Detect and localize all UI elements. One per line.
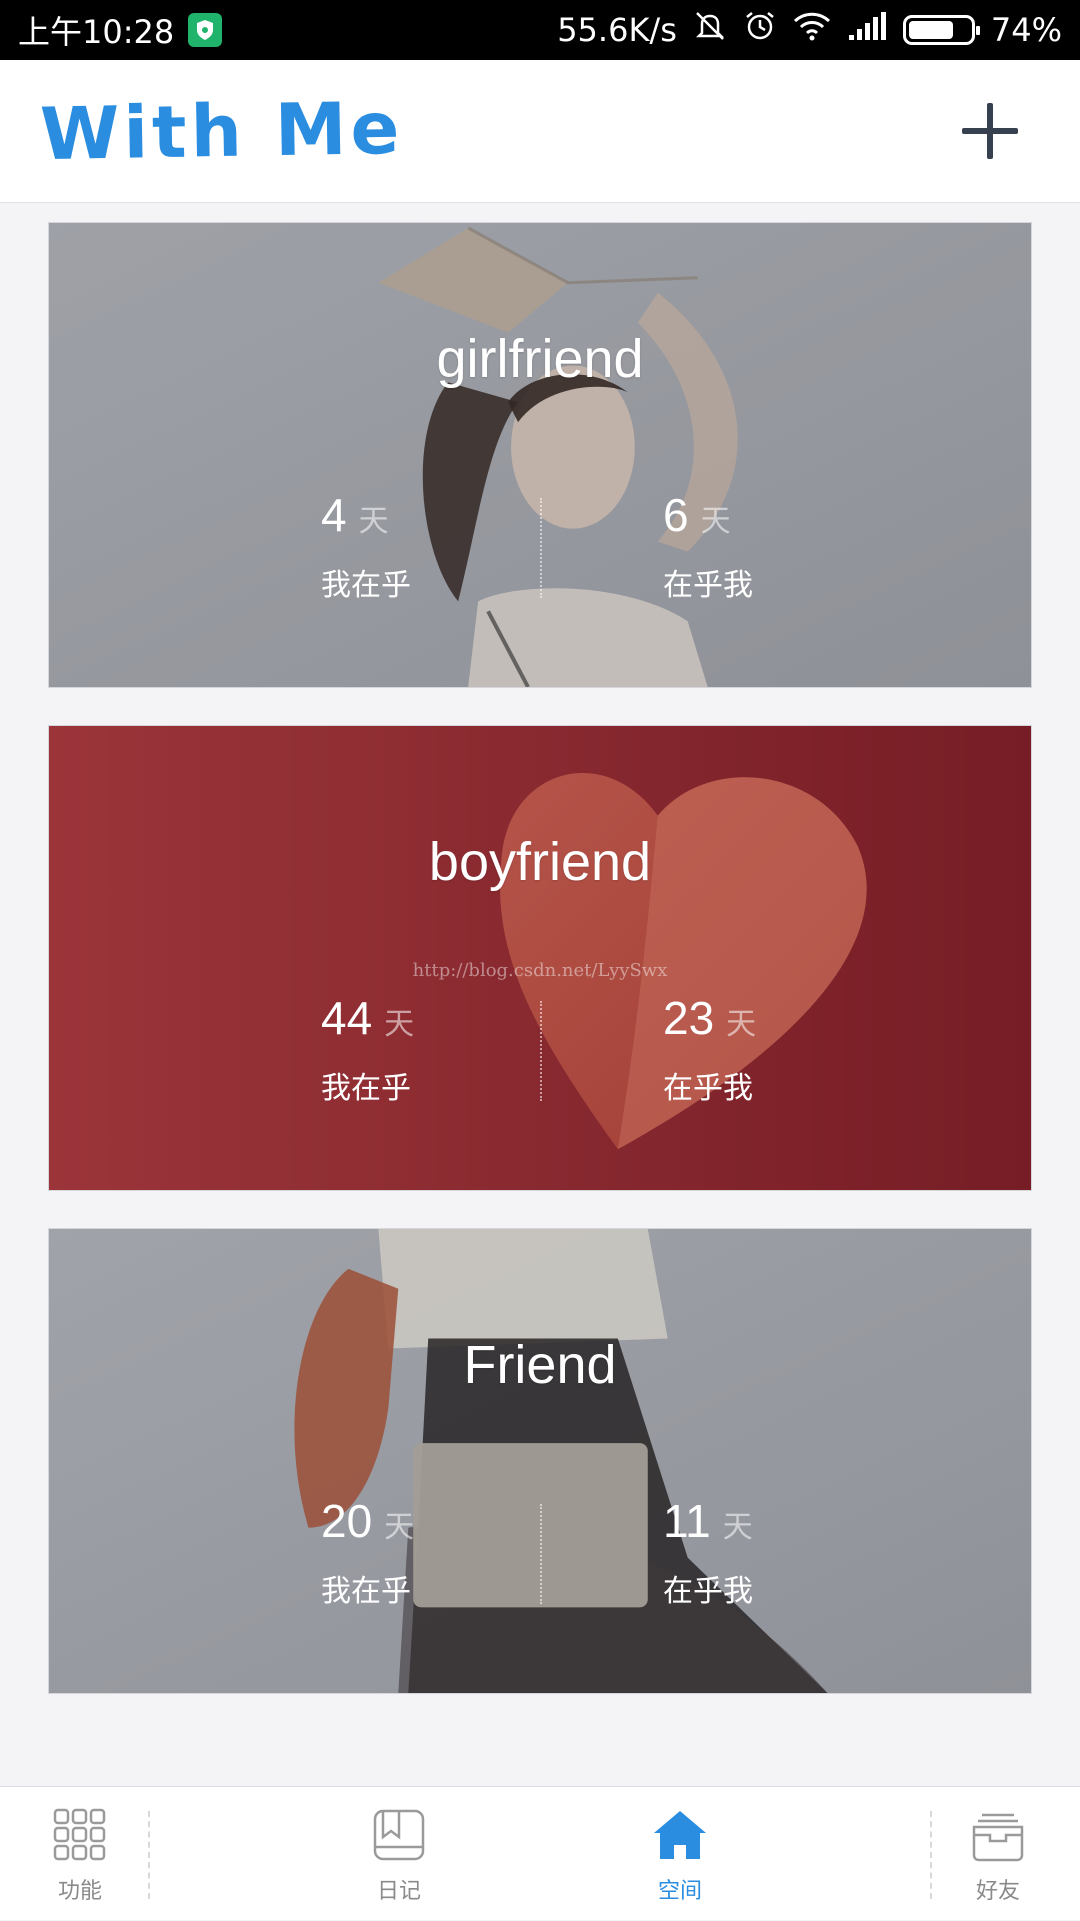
relationship-card-girlfriend[interactable]: girlfriend 4 天 我在乎 6 天 在乎我 <box>48 222 1032 688</box>
stat-divider <box>540 1504 542 1604</box>
cares-me-stat: 6 天 在乎我 <box>663 488 863 604</box>
battery-percent: 74% <box>990 11 1062 49</box>
nav-item-diary[interactable]: 日记 <box>359 1787 439 1921</box>
nav-label: 功能 <box>57 1879 102 1904</box>
relationship-card-boyfriend[interactable]: boyfriend http://blog.csdn.net/LyySwx 44… <box>48 725 1032 1191</box>
app-bar: With Me <box>0 60 1080 203</box>
cares-me-label: 在乎我 <box>663 568 753 603</box>
cares-me-days: 6 <box>663 489 689 541</box>
nav-label: 空间 <box>657 1879 702 1904</box>
i-care-label: 我在乎 <box>321 1574 411 1609</box>
network-speed: 55.6K/s <box>557 11 677 49</box>
stat-divider <box>540 1001 542 1101</box>
nav-label: 日记 <box>376 1879 421 1904</box>
nav-label: 好友 <box>975 1879 1020 1904</box>
card-title: boyfriend <box>428 832 652 892</box>
home-icon <box>654 1811 706 1859</box>
nav-item-space[interactable]: 空间 <box>640 1787 720 1921</box>
day-unit: 天 <box>384 1510 415 1545</box>
status-bar: 上午10:28 55.6K/s 74% <box>0 0 1080 60</box>
i-care-days: 4 <box>321 489 347 541</box>
grid-icon <box>53 1808 106 1861</box>
i-care-days: 44 <box>321 992 373 1044</box>
cares-me-stat: 11 天 在乎我 <box>663 1494 863 1610</box>
i-care-stat: 44 天 我在乎 <box>321 991 521 1107</box>
i-care-days: 20 <box>321 1495 373 1547</box>
alarm-icon <box>743 9 777 51</box>
card-title: girlfriend <box>436 329 644 389</box>
card-background-image <box>49 726 1031 1190</box>
signal-icon <box>847 11 887 49</box>
card-background-image <box>49 1229 1031 1693</box>
card-title: Friend <box>463 1335 617 1395</box>
day-unit: 天 <box>358 504 389 539</box>
day-unit: 天 <box>700 504 731 539</box>
day-unit: 天 <box>726 1007 757 1042</box>
cares-me-stat: 23 天 在乎我 <box>663 991 863 1107</box>
cares-me-label: 在乎我 <box>663 1071 753 1106</box>
cares-me-label: 在乎我 <box>663 1574 753 1609</box>
i-care-label: 我在乎 <box>321 568 411 603</box>
stat-divider <box>540 498 542 598</box>
mute-icon <box>693 9 727 51</box>
nav-divider <box>148 1811 150 1899</box>
nav-divider <box>930 1811 932 1899</box>
relationship-card-friend[interactable]: Friend 20 天 我在乎 11 天 在乎我 <box>48 1228 1032 1694</box>
watermark: http://blog.csdn.net/LyySwx <box>412 960 668 981</box>
nav-item-features[interactable]: 功能 <box>40 1787 120 1921</box>
i-care-stat: 20 天 我在乎 <box>321 1494 521 1610</box>
day-unit: 天 <box>722 1510 753 1545</box>
diary-icon <box>373 1809 425 1861</box>
cares-me-days: 11 <box>663 1495 711 1547</box>
i-care-stat: 4 天 我在乎 <box>321 488 521 604</box>
relationship-list: girlfriend 4 天 我在乎 6 天 在乎我 boyfriend htt… <box>48 222 1032 1731</box>
battery-icon <box>902 15 980 45</box>
bottom-nav: 功能 日记 空间 好友 <box>0 1786 1080 1920</box>
shield-icon <box>188 13 223 47</box>
wifi-icon <box>793 11 831 49</box>
plus-icon[interactable] <box>956 97 1024 165</box>
app-title: With Me <box>39 85 405 177</box>
friends-box-icon <box>972 1813 1024 1862</box>
cares-me-days: 23 <box>663 992 715 1044</box>
status-time: 上午10:28 <box>18 13 175 51</box>
nav-item-friends[interactable]: 好友 <box>958 1787 1038 1921</box>
day-unit: 天 <box>384 1007 415 1042</box>
card-background-image <box>49 223 1031 687</box>
battery-level <box>908 21 954 39</box>
i-care-label: 我在乎 <box>321 1071 411 1106</box>
